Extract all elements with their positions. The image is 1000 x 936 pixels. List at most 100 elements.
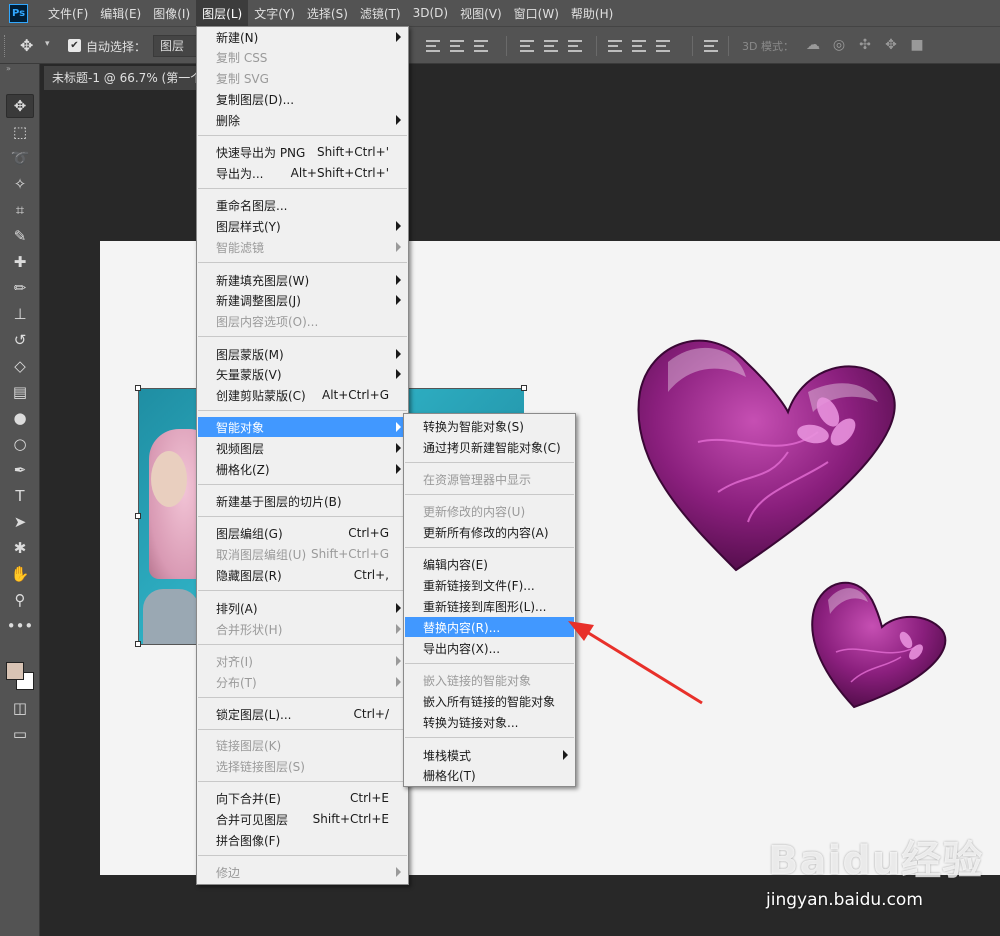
menu-item-convert-to-smart-object[interactable]: 转换为智能对象(S) (405, 416, 574, 436)
transform-handle[interactable] (135, 641, 141, 647)
menu-item-quick-export-png[interactable]: 快速导出为 PNG Shift+Ctrl+' (198, 142, 407, 162)
menu-item-new-fill-layer[interactable]: 新建填充图层(W) (198, 270, 407, 290)
foreground-color-swatch[interactable] (6, 662, 24, 680)
path-selection-tool-icon[interactable]: ➤ (6, 510, 34, 534)
small-heart-image[interactable] (806, 572, 951, 712)
chevron-down-icon[interactable]: ▾ (45, 39, 50, 49)
lasso-tool-icon[interactable]: ➰ (6, 146, 34, 170)
large-heart-image[interactable] (628, 322, 898, 577)
menu-edit[interactable]: 编辑(E) (94, 0, 147, 26)
menu-item-stack-mode[interactable]: 堆栈模式 (405, 745, 574, 765)
menu-select[interactable]: 选择(S) (301, 0, 354, 26)
menu-item-layer-mask[interactable]: 图层蒙版(M) (198, 344, 407, 364)
align-left-icon[interactable] (426, 38, 440, 54)
menu-item-create-clipping-mask[interactable]: 创建剪贴蒙版(C) Alt+Ctrl+G (198, 385, 407, 405)
menu-item-new-layer-based-slice[interactable]: 新建基于图层的切片(B) (198, 491, 407, 511)
auto-align-icon[interactable] (704, 38, 718, 54)
menu-item-merge-visible[interactable]: 合并可见图层 Shift+Ctrl+E (198, 809, 407, 829)
menu-window[interactable]: 窗口(W) (508, 0, 565, 26)
auto-select-target-dropdown[interactable]: 图层 (153, 35, 197, 57)
menu-item-video-layers[interactable]: 视频图层 (198, 438, 407, 458)
menu-item-relink-to-file[interactable]: 重新链接到文件(F)... (405, 575, 574, 595)
magic-wand-tool-icon[interactable]: ✧ (6, 172, 34, 196)
menu-filter[interactable]: 滤镜(T) (354, 0, 407, 26)
menu-item-export-as[interactable]: 导出为... Alt+Shift+Ctrl+' (198, 163, 407, 183)
crop-tool-icon[interactable]: ⌗ (6, 198, 34, 222)
distribute-top-icon[interactable] (520, 38, 534, 54)
auto-select-checkbox[interactable]: ✔ (68, 39, 81, 52)
menu-item-rasterize-smart[interactable]: 栅格化(T) (405, 765, 574, 785)
menu-3d[interactable]: 3D(D) (407, 0, 454, 26)
camera-3d-icon[interactable]: ■ (908, 36, 926, 54)
screen-mode-icon[interactable]: ▭ (6, 722, 34, 746)
menu-item-rename-layer[interactable]: 重命名图层... (198, 195, 407, 215)
clone-stamp-tool-icon[interactable]: ⊥ (6, 302, 34, 326)
menu-item-flatten-image[interactable]: 拼合图像(F) (198, 830, 407, 850)
slide-3d-icon[interactable]: ✥ (882, 36, 900, 54)
menu-item-smart-object[interactable]: 智能对象 (198, 417, 407, 437)
menu-image[interactable]: 图像(I) (147, 0, 196, 26)
menu-item-vector-mask[interactable]: 矢量蒙版(V) (198, 364, 407, 384)
menu-help[interactable]: 帮助(H) (565, 0, 619, 26)
menu-item-group-layers[interactable]: 图层编组(G) Ctrl+G (198, 523, 407, 543)
align-center-icon[interactable] (450, 38, 464, 54)
pen-tool-icon[interactable]: ✒ (6, 458, 34, 482)
orbit-3d-icon[interactable]: ☁ (804, 36, 822, 54)
move-tool-preset-icon[interactable]: ✥ (20, 37, 40, 55)
distribute-left-icon[interactable] (608, 38, 622, 54)
healing-brush-tool-icon[interactable]: ✚ (6, 250, 34, 274)
shape-tool-icon[interactable]: ✱ (6, 536, 34, 560)
transform-handle[interactable] (135, 385, 141, 391)
move-tool-icon[interactable]: ✥ (6, 94, 34, 118)
menu-item-merge-down[interactable]: 向下合并(E) Ctrl+E (198, 788, 407, 808)
distribute-right-icon[interactable] (656, 38, 670, 54)
panel-collapse-icon[interactable]: » (0, 64, 39, 84)
eyedropper-tool-icon[interactable]: ✎ (6, 224, 34, 248)
menu-item-hide-layers[interactable]: 隐藏图层(R) Ctrl+, (198, 565, 407, 585)
menu-item-relink-to-library-graphic[interactable]: 重新链接到库图形(L)... (405, 596, 574, 616)
menu-item-new-adjustment-layer[interactable]: 新建调整图层(J) (198, 290, 407, 310)
menu-item-rasterize[interactable]: 栅格化(Z) (198, 459, 407, 479)
transform-handle[interactable] (521, 385, 527, 391)
blur-tool-icon[interactable]: ● (6, 406, 34, 430)
transform-handle[interactable] (135, 513, 141, 519)
menu-item-edit-contents[interactable]: 编辑内容(E) (405, 554, 574, 574)
gradient-tool-icon[interactable]: ▤ (6, 380, 34, 404)
menu-layer[interactable]: 图层(L) (196, 0, 249, 26)
dodge-tool-icon[interactable]: ○ (6, 432, 34, 456)
distribute-hcenter-icon[interactable] (632, 38, 646, 54)
menu-item-new-smart-object-via-copy[interactable]: 通过拷贝新建智能对象(C) (405, 437, 574, 457)
type-tool-icon[interactable]: T (6, 484, 34, 508)
brush-tool-icon[interactable]: ✏ (6, 276, 34, 300)
distribute-middle-icon[interactable] (544, 38, 558, 54)
more-tools-icon[interactable]: ••• (6, 614, 34, 638)
menu-item-label: 复制 CSS (216, 50, 268, 65)
align-right-icon[interactable] (474, 38, 488, 54)
drag-3d-icon[interactable]: ✣ (856, 36, 874, 54)
document-tab[interactable]: 未标题-1 @ 66.7% (第一个 (44, 66, 214, 90)
menu-item-convert-to-linked[interactable]: 转换为链接对象... (405, 712, 574, 732)
marquee-tool-icon[interactable]: ⬚ (6, 120, 34, 144)
menu-item-delete[interactable]: 删除 (198, 110, 407, 130)
menu-item-embed-all-linked[interactable]: 嵌入所有链接的智能对象 (405, 691, 574, 711)
menu-item-layer-style[interactable]: 图层样式(Y) (198, 216, 407, 236)
menu-file[interactable]: 文件(F) (42, 0, 94, 26)
eraser-tool-icon[interactable]: ◇ (6, 354, 34, 378)
menu-view[interactable]: 视图(V) (454, 0, 508, 26)
quick-mask-icon[interactable]: ◫ (6, 696, 34, 720)
options-bar-grip[interactable] (4, 35, 7, 57)
menu-item-arrange[interactable]: 排列(A) (198, 598, 407, 618)
menu-item-lock-layers[interactable]: 锁定图层(L)... Ctrl+/ (198, 704, 407, 724)
menu-item-duplicate-layer[interactable]: 复制图层(D)... (198, 89, 407, 109)
menu-item-new[interactable]: 新建(N) (198, 27, 407, 47)
menu-item-update-all-modified-content[interactable]: 更新所有修改的内容(A) (405, 522, 574, 542)
menu-item-replace-contents[interactable]: 替换内容(R)... (405, 617, 574, 637)
menu-type[interactable]: 文字(Y) (248, 0, 301, 26)
zoom-tool-icon[interactable]: ⚲ (6, 588, 34, 612)
roll-3d-icon[interactable]: ◎ (830, 36, 848, 54)
history-brush-tool-icon[interactable]: ↺ (6, 328, 34, 352)
distribute-bottom-icon[interactable] (568, 38, 582, 54)
menu-item-label: 替换内容(R)... (423, 620, 501, 635)
hand-tool-icon[interactable]: ✋ (6, 562, 34, 586)
menu-item-export-contents[interactable]: 导出内容(X)... (405, 638, 574, 658)
